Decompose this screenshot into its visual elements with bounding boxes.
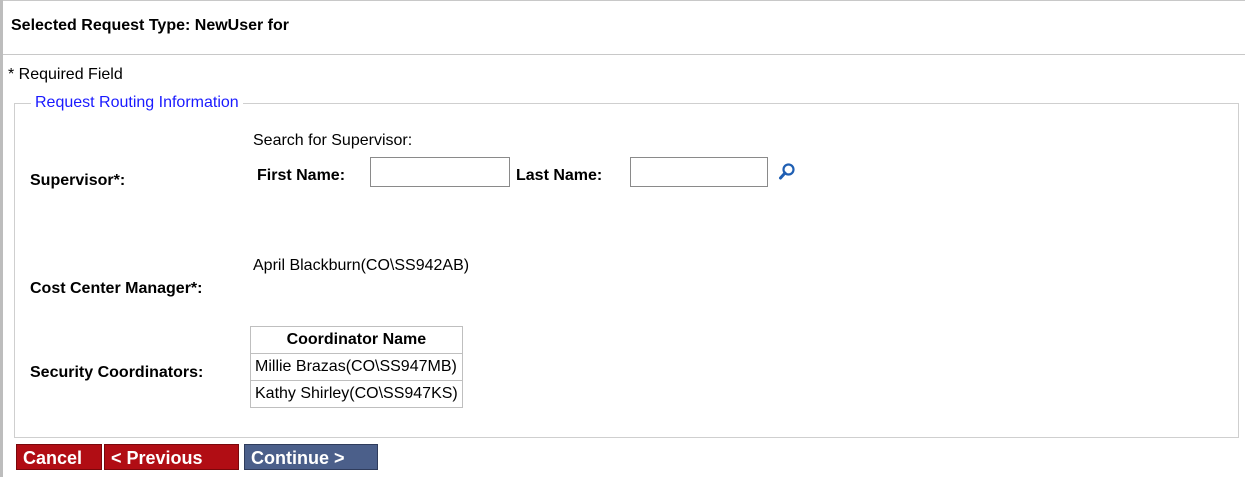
continue-button[interactable]: Continue > [244,444,378,470]
cost-center-manager-label: Cost Center Manager*: [30,280,203,297]
request-routing-fieldset: Request Routing Information [14,94,1239,438]
last-name-field[interactable] [630,157,768,187]
cost-center-manager-value: April Blackburn(CO\SS942AB) [253,257,470,274]
search-icon [779,163,795,180]
security-coordinators-label: Security Coordinators: [30,364,204,381]
coordinator-name-cell: Kathy Shirley(CO\SS947KS) [250,380,463,408]
supervisor-search-caption: Search for Supervisor: [253,132,413,149]
request-routing-legend: Request Routing Information [35,94,239,111]
supervisor-search-button[interactable] [777,162,797,182]
header-bar: Selected Request Type: NewUser for [3,0,1245,55]
left-frame-border [0,0,3,477]
last-name-label: Last Name: [516,167,603,184]
table-row: Kathy Shirley(CO\SS947KS) [250,380,463,408]
coordinator-name-header: Coordinator Name [250,326,463,354]
required-field-note: * Required Field [8,66,123,83]
page-title: Selected Request Type: NewUser for [11,17,290,34]
cancel-button[interactable]: Cancel [16,444,102,470]
coordinators-table: Coordinator Name Millie Brazas(CO\SS947M… [250,326,463,408]
supervisor-label: Supervisor*: [30,172,126,189]
first-name-label: First Name: [257,167,346,184]
previous-button[interactable]: < Previous [104,444,239,470]
first-name-field[interactable] [370,157,510,187]
coordinator-name-cell: Millie Brazas(CO\SS947MB) [250,353,463,381]
table-row: Millie Brazas(CO\SS947MB) [250,353,463,381]
